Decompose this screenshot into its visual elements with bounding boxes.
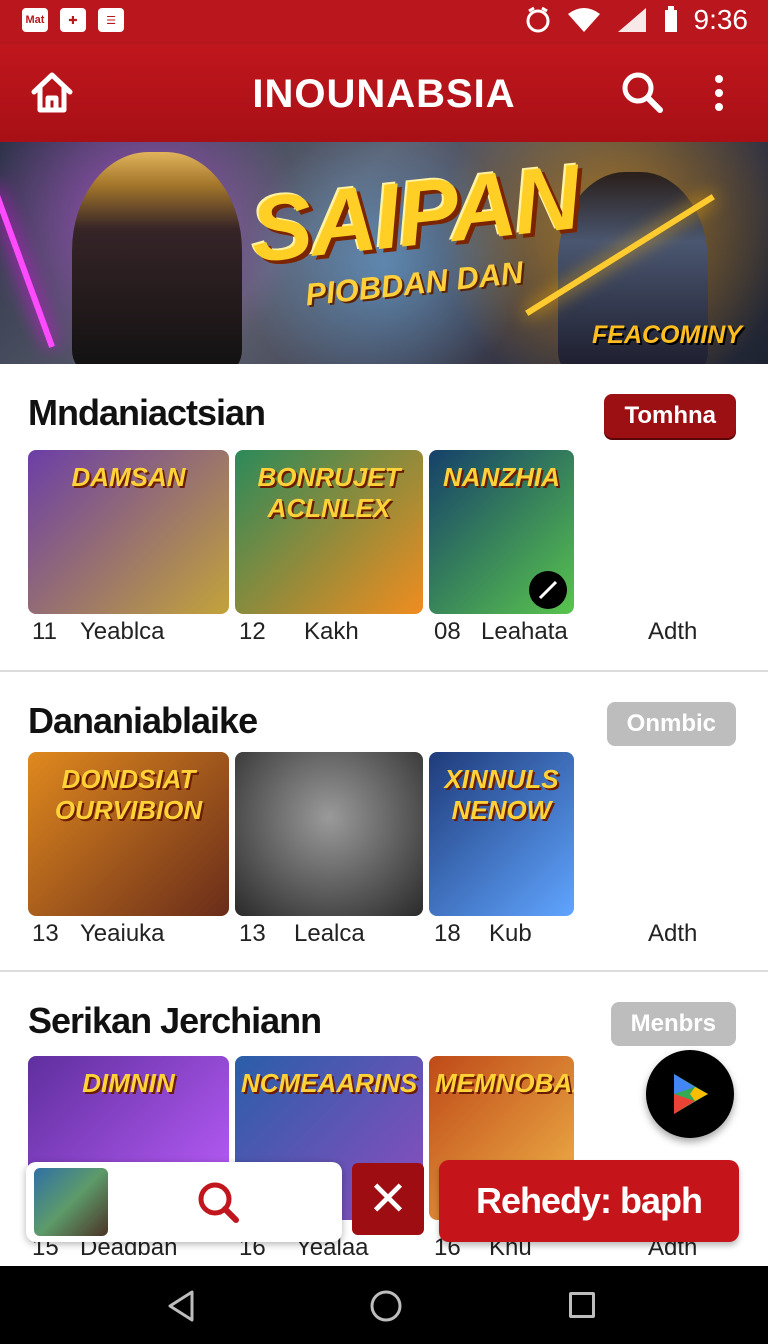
card-label[interactable]: Yeablca bbox=[80, 618, 165, 646]
card-label[interactable]: Yeaiuka bbox=[80, 920, 165, 948]
recent-apps-icon[interactable] bbox=[569, 1292, 595, 1318]
card-label[interactable]: Lealca bbox=[294, 920, 365, 948]
hero-banner[interactable]: SAIPAN PIOBDAN DAN FEACOMINY bbox=[0, 142, 768, 364]
status-left-icons: Mat ✚ ☰ bbox=[22, 8, 124, 32]
home-icon[interactable] bbox=[369, 1289, 403, 1323]
battery-icon bbox=[664, 6, 677, 32]
wifi-icon bbox=[567, 8, 600, 32]
card-label[interactable]: Leahata bbox=[481, 618, 568, 646]
status-bar: Mat ✚ ☰ 9:36 bbox=[0, 0, 768, 44]
card-count: 12 bbox=[239, 618, 266, 645]
back-icon[interactable] bbox=[166, 1289, 196, 1323]
card-title: XINNULS NENOW bbox=[444, 764, 559, 825]
search-icon[interactable] bbox=[196, 1180, 240, 1224]
add-link[interactable]: Adth bbox=[648, 920, 697, 948]
notification-icon: Mat bbox=[22, 8, 48, 32]
system-nav-bar bbox=[0, 1266, 768, 1344]
banner-brand: FEACOMINY bbox=[592, 321, 742, 349]
hero-character-left bbox=[72, 152, 242, 364]
notification-icon: ✚ bbox=[60, 8, 86, 32]
signal-icon bbox=[617, 8, 646, 32]
section-title: Dananiablaike bbox=[28, 700, 258, 741]
game-card[interactable]: DAMSAN bbox=[28, 450, 229, 614]
section-action-button[interactable]: Onmbic bbox=[606, 702, 736, 746]
close-icon[interactable] bbox=[528, 570, 568, 610]
game-card[interactable]: DONDSIAT OURVIBION bbox=[28, 752, 229, 916]
card-label[interactable]: Kub bbox=[489, 920, 532, 948]
add-link[interactable]: Adth bbox=[648, 618, 697, 646]
game-card[interactable]: BONRUJET ACLNLEX bbox=[235, 450, 423, 614]
close-icon: ✕ bbox=[367, 1173, 409, 1226]
card-title: DAMSAN bbox=[71, 462, 186, 492]
card-title: BONRUJET ACLNLEX bbox=[257, 462, 401, 523]
avatar[interactable] bbox=[34, 1168, 108, 1236]
bottom-search-bar[interactable] bbox=[26, 1162, 342, 1242]
card-title: NANZHIA bbox=[443, 462, 560, 492]
card-count: 11 bbox=[32, 618, 57, 645]
card-meta-row: 11 Yeablca 12 Kakh 08 Leahata Adth bbox=[0, 618, 768, 652]
section-1: Mndaniactsian Tomhna DAMSAN BONRUJET ACL… bbox=[0, 364, 768, 672]
hero-weapon-glow bbox=[0, 186, 55, 348]
card-title: MEMNOBAAN bbox=[435, 1068, 574, 1098]
game-card[interactable]: XINNULS NENOW bbox=[429, 752, 574, 916]
section-title: Serikan Jerchiann bbox=[28, 1000, 322, 1041]
play-store-button[interactable] bbox=[646, 1050, 734, 1138]
card-title: DONDSIAT OURVIBION bbox=[54, 764, 203, 825]
alarm-icon bbox=[526, 6, 549, 33]
card-count: 13 bbox=[32, 920, 59, 947]
card-count: 13 bbox=[239, 920, 266, 947]
banner-title: SAIPAN bbox=[245, 146, 584, 282]
section-action-button[interactable]: Menbrs bbox=[610, 1002, 736, 1046]
app-bar: INOUNABSIA bbox=[0, 44, 768, 142]
card-label[interactable]: Kakh bbox=[304, 618, 359, 646]
card-title: DIMNIN bbox=[82, 1068, 175, 1098]
card-title: NCMEAARINS bbox=[241, 1068, 418, 1098]
game-card[interactable]: NANZHIA bbox=[429, 450, 574, 614]
close-button[interactable]: ✕ bbox=[352, 1163, 424, 1235]
section-title: Mndaniactsian bbox=[28, 392, 266, 433]
card-count: 08 bbox=[434, 618, 461, 645]
play-icon bbox=[674, 1074, 708, 1114]
more-vert-icon[interactable] bbox=[712, 74, 726, 112]
game-card[interactable] bbox=[235, 752, 423, 916]
card-count: 18 bbox=[434, 920, 461, 947]
search-icon[interactable] bbox=[620, 70, 664, 114]
section-action-button[interactable]: Tomhna bbox=[604, 394, 736, 438]
status-right: 9:36 bbox=[524, 4, 749, 36]
section-2: Dananiablaike Onmbic DONDSIAT OURVIBION … bbox=[0, 672, 768, 972]
card-meta-row: 13 Yeaiuka 13 Lealca 18 Kub Adth bbox=[0, 920, 768, 954]
notification-icon: ☰ bbox=[98, 8, 124, 32]
status-time: 9:36 bbox=[693, 4, 749, 35]
cta-button[interactable]: Rehedy: baph bbox=[439, 1160, 739, 1242]
